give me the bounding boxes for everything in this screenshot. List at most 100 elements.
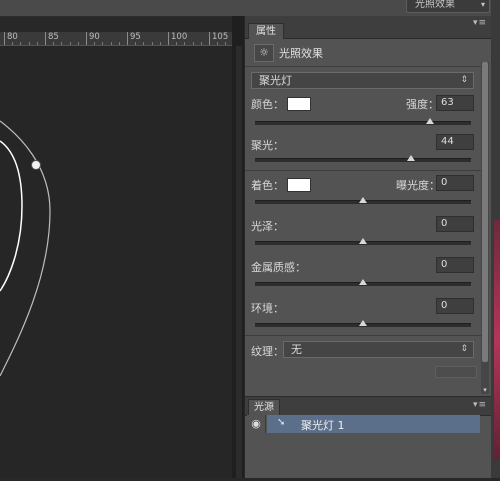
ambience-slider[interactable] bbox=[255, 320, 471, 327]
color-label: 颜色： bbox=[251, 98, 284, 111]
eye-icon[interactable]: ◉ bbox=[247, 415, 266, 433]
intensity-slider-thumb[interactable] bbox=[425, 118, 434, 124]
gloss-label: 光泽： bbox=[251, 220, 284, 233]
ruler-label: 90 bbox=[89, 32, 100, 42]
exposure-slider-thumb[interactable] bbox=[359, 197, 367, 203]
spotlight-outer-ellipse[interactable] bbox=[0, 120, 51, 377]
metallic-input[interactable]: 0 bbox=[436, 257, 474, 273]
ruler-label: 100 bbox=[171, 32, 188, 42]
divider bbox=[245, 335, 485, 336]
texture-value: 无 bbox=[291, 343, 302, 356]
gloss-input[interactable]: 0 bbox=[436, 216, 474, 232]
colorize-swatch[interactable] bbox=[287, 178, 311, 192]
light-type-value: 聚光灯 bbox=[259, 74, 292, 87]
ruler-label: 80 bbox=[7, 32, 18, 42]
ruler-minor-tick bbox=[152, 42, 153, 45]
hotspot-slider[interactable] bbox=[255, 155, 471, 162]
ruler-minor-tick bbox=[143, 42, 144, 45]
metallic-slider[interactable] bbox=[255, 279, 471, 286]
properties-header: ☼ 光照效果 bbox=[251, 43, 484, 63]
spotlight-handle[interactable] bbox=[31, 160, 41, 170]
intensity-label: 强度： bbox=[406, 98, 439, 111]
ruler-minor-tick bbox=[225, 42, 226, 45]
ruler-tick: 100 bbox=[168, 32, 187, 45]
hotspot-slider-thumb[interactable] bbox=[406, 155, 415, 161]
ruler-minor-tick bbox=[111, 42, 112, 45]
exposure-input[interactable]: 0 bbox=[436, 175, 474, 191]
background-window-edge bbox=[494, 220, 500, 460]
ruler-minor-tick bbox=[78, 42, 79, 45]
texture-height-field[interactable] bbox=[435, 366, 477, 378]
properties-tabbar: 属性 ▾≡ bbox=[245, 16, 491, 39]
ruler-minor-tick bbox=[135, 42, 136, 45]
lights-tabbar: 光源 ▾≡ bbox=[245, 396, 491, 416]
exposure-label: 曝光度： bbox=[396, 179, 440, 192]
metallic-slider-thumb[interactable] bbox=[359, 279, 367, 285]
hotspot-label: 聚光： bbox=[251, 139, 284, 152]
divider bbox=[245, 66, 485, 67]
light-list-item[interactable]: ◉ ➘ 聚光灯 1 bbox=[245, 415, 491, 433]
ruler-tick: 105 bbox=[209, 32, 228, 45]
ruler-minor-tick bbox=[70, 42, 71, 45]
light-type-select[interactable]: 聚光灯 ⇕ bbox=[251, 72, 474, 89]
options-bar: 光照效果 ▾ bbox=[0, 0, 500, 17]
tab-lights[interactable]: 光源 bbox=[248, 399, 280, 416]
metallic-label: 金属质感： bbox=[251, 261, 306, 274]
divider bbox=[245, 170, 485, 171]
ruler-label: 105 bbox=[212, 32, 229, 42]
lighting-effects-icon: ☼ bbox=[254, 44, 274, 62]
spotlight-icon: ➘ bbox=[277, 417, 286, 428]
intensity-input[interactable]: 63 bbox=[436, 95, 474, 111]
colorize-label: 着色： bbox=[251, 179, 284, 192]
gloss-slider[interactable] bbox=[255, 238, 471, 245]
ruler-minor-tick bbox=[29, 42, 30, 45]
ruler-tick: 80 bbox=[4, 32, 18, 45]
color-swatch[interactable] bbox=[287, 97, 311, 111]
ruler-label: 85 bbox=[48, 32, 59, 42]
ruler-minor-tick bbox=[160, 42, 161, 45]
texture-label: 纹理： bbox=[251, 345, 284, 358]
ambience-slider-thumb[interactable] bbox=[359, 320, 367, 326]
ruler-minor-tick bbox=[20, 42, 21, 45]
tab-properties[interactable]: 属性 bbox=[248, 23, 284, 39]
document-canvas[interactable] bbox=[0, 46, 232, 478]
panel-menu-icon[interactable]: ▾≡ bbox=[473, 400, 487, 410]
ambience-input[interactable]: 0 bbox=[436, 298, 474, 314]
gloss-slider-thumb[interactable] bbox=[359, 238, 367, 244]
ruler-minor-tick bbox=[12, 42, 13, 45]
select-arrows-icon: ⇕ bbox=[460, 75, 468, 85]
ruler-minor-tick bbox=[119, 42, 120, 45]
ruler-label: 95 bbox=[130, 32, 141, 42]
ruler-minor-tick bbox=[94, 42, 95, 45]
ruler-minor-tick bbox=[217, 42, 218, 45]
ruler-minor-tick bbox=[184, 42, 185, 45]
ruler-minor-tick bbox=[102, 42, 103, 45]
exposure-slider[interactable] bbox=[255, 197, 471, 204]
light-name: 聚光灯 1 bbox=[301, 419, 345, 432]
texture-select[interactable]: 无 ⇕ bbox=[283, 341, 474, 358]
ambience-label: 环境： bbox=[251, 302, 284, 315]
ruler-minor-tick bbox=[37, 42, 38, 45]
intensity-slider[interactable] bbox=[255, 118, 471, 125]
ruler-tick: 95 bbox=[127, 32, 141, 45]
ruler-tick: 85 bbox=[45, 32, 59, 45]
ruler-minor-tick bbox=[193, 42, 194, 45]
canvas-scrollbar[interactable] bbox=[236, 46, 242, 478]
properties-panel: 属性 ▾≡ ☼ 光照效果 聚光灯 ⇕ 颜色： 强度： 63 聚光： 44 着色：… bbox=[245, 16, 491, 478]
hotspot-input[interactable]: 44 bbox=[436, 134, 474, 150]
light-row-selected[interactable]: ➘ 聚光灯 1 bbox=[267, 415, 480, 433]
ruler-minor-tick bbox=[201, 42, 202, 45]
filter-dropdown[interactable]: 光照效果 ▾ bbox=[406, 0, 490, 13]
scrollbar-thumb[interactable] bbox=[482, 62, 488, 362]
horizontal-ruler: 80 85 90 95 100 105 bbox=[0, 32, 232, 46]
scroll-down-icon[interactable]: ▾ bbox=[481, 386, 489, 394]
properties-scrollbar[interactable]: ▾ bbox=[481, 62, 489, 394]
chevron-down-icon: ▾ bbox=[480, 0, 485, 9]
spotlight-inner-ellipse[interactable] bbox=[0, 140, 23, 292]
filter-dropdown-label: 光照效果 bbox=[415, 0, 455, 10]
ruler-tick: 90 bbox=[86, 32, 100, 45]
properties-title: 光照效果 bbox=[279, 47, 323, 60]
panel-menu-icon[interactable]: ▾≡ bbox=[473, 18, 487, 28]
light-overlay bbox=[0, 120, 51, 377]
ruler-minor-tick bbox=[61, 42, 62, 45]
